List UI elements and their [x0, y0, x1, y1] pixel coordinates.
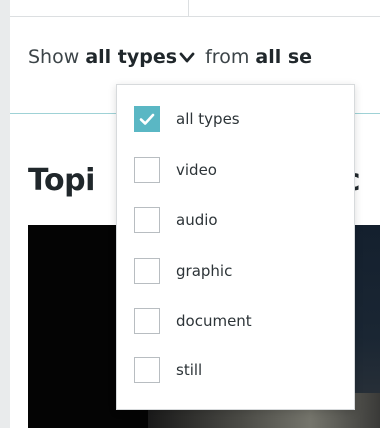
- option-label: audio: [176, 211, 218, 229]
- filter-bar: Show all types from all se: [28, 45, 312, 70]
- option-label: still: [176, 361, 203, 379]
- heading-text-left: Topi: [28, 163, 95, 198]
- option-label: all types: [176, 110, 240, 128]
- type-option-document[interactable]: document: [134, 307, 252, 335]
- top-toolbar-strip: [10, 0, 380, 17]
- option-label: video: [176, 161, 217, 179]
- type-option-video[interactable]: video: [134, 156, 217, 184]
- chevron-down-icon: [179, 46, 195, 70]
- type-option-all-types[interactable]: all types: [134, 105, 240, 133]
- all-types-checkbox[interactable]: [134, 106, 160, 132]
- show-label: Show: [28, 46, 80, 68]
- source-filter-toggle[interactable]: all se: [255, 46, 312, 68]
- option-label: document: [176, 312, 252, 330]
- type-filter-dropdown: all types video audio graphic document s…: [116, 84, 355, 410]
- still-checkbox[interactable]: [134, 357, 160, 383]
- type-option-still[interactable]: still: [134, 356, 202, 384]
- type-option-graphic[interactable]: graphic: [134, 257, 232, 285]
- type-option-audio[interactable]: audio: [134, 206, 218, 234]
- graphic-checkbox[interactable]: [134, 258, 160, 284]
- toolbar-divider: [188, 0, 189, 16]
- video-checkbox[interactable]: [134, 157, 160, 183]
- option-label: graphic: [176, 262, 233, 280]
- from-label: from: [205, 46, 250, 68]
- audio-checkbox[interactable]: [134, 207, 160, 233]
- document-checkbox[interactable]: [134, 308, 160, 334]
- check-icon: [139, 113, 155, 125]
- type-filter-toggle[interactable]: all types: [85, 46, 199, 68]
- type-filter-value: all types: [85, 46, 178, 68]
